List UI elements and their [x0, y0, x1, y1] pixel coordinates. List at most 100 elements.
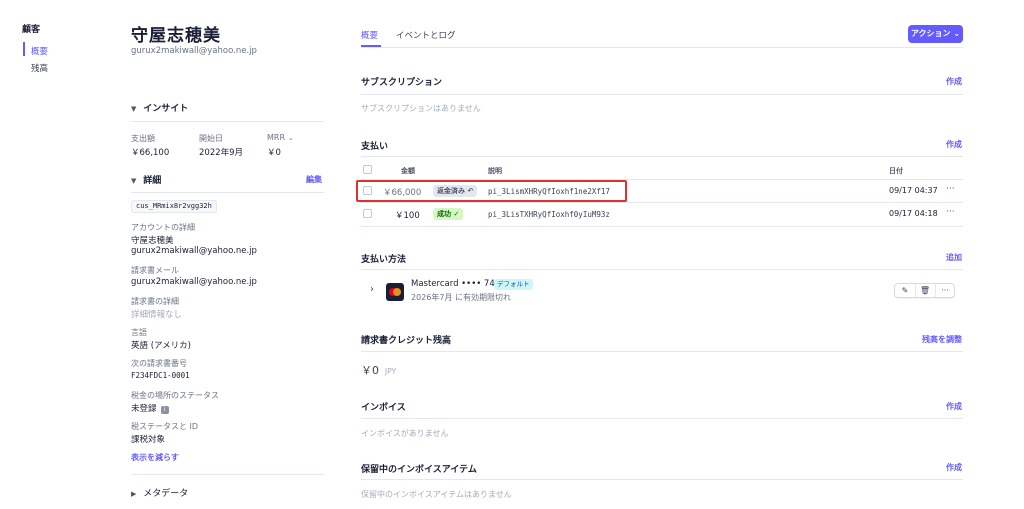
- metric-value-start: 2022年9月: [199, 148, 244, 158]
- credit-balance-currency: JPY: [384, 367, 397, 376]
- details-heading: 詳細: [143, 176, 162, 186]
- tab-events-logs[interactable]: イベントとログ: [396, 29, 456, 41]
- chevron-down-icon: ⌄: [287, 134, 294, 142]
- metric-label-start: 開始日: [199, 134, 223, 143]
- status-label: 成功: [437, 210, 451, 218]
- metadata-heading: メタデータ: [143, 489, 189, 499]
- metric-value-mrr: ￥0: [267, 148, 281, 158]
- payment-date: 09/17 04:18: [889, 209, 938, 218]
- customer-name: 守屋志穂美: [131, 26, 221, 46]
- account-name: 守屋志穂美: [131, 236, 174, 246]
- payment-description[interactable]: pi_3LisTXHRyQfIoxhf0yIuM93z: [488, 210, 610, 219]
- mrr-dropdown[interactable]: MRR ⌄: [267, 133, 294, 143]
- credit-balance-amount: ￥0: [361, 364, 379, 377]
- customer-email: gurux2makiwall@yahoo.ne.jp: [131, 46, 257, 56]
- invoices-empty: インボイスがありません: [361, 429, 449, 438]
- customer-id-chip[interactable]: cus_MRmix8r2vgg32h: [131, 200, 217, 213]
- card-brand: Mastercard: [411, 279, 459, 289]
- divider: [131, 121, 324, 122]
- metric-label-mrr: MRR: [267, 133, 286, 142]
- more-options-icon[interactable]: ···: [935, 284, 955, 297]
- nav-item-overview[interactable]: 概要: [31, 45, 48, 57]
- divider: [361, 202, 963, 203]
- payment-method-actions: ✎ 🗑 ···: [894, 283, 955, 298]
- check-icon: ✓: [453, 210, 460, 218]
- edit-details-link[interactable]: 編集: [306, 174, 322, 185]
- status-badge-succeeded: 成功 ✓: [433, 208, 464, 220]
- action-button-label: アクション: [910, 29, 951, 38]
- credit-balance-heading: 請求書クレジット残高: [361, 336, 452, 346]
- adjust-balance-link[interactable]: 残高を調整: [922, 334, 962, 345]
- insights-heading: インサイト: [143, 104, 189, 114]
- metric-value-spend: ￥66,100: [131, 148, 170, 158]
- metadata-toggle[interactable]: ▶ メタデータ: [131, 486, 188, 499]
- caret-down-icon: ▼: [131, 177, 137, 185]
- subscriptions-empty: サブスクリプションはありません: [361, 104, 481, 113]
- divider: [361, 94, 963, 95]
- trash-icon[interactable]: 🗑: [915, 284, 935, 297]
- card-expiry: 2026年7月 に有効期限切れ: [411, 293, 511, 302]
- chevron-right-icon[interactable]: ›: [370, 284, 374, 295]
- chevron-down-icon: ⌄: [953, 29, 961, 38]
- col-header-amount: 金額: [401, 167, 415, 175]
- payment-date: 09/17 04:37: [889, 186, 938, 195]
- show-less-link[interactable]: 表示を減らす: [131, 452, 179, 463]
- action-button[interactable]: アクション ⌄: [908, 25, 963, 43]
- payments-heading: 支払い: [361, 142, 389, 152]
- account-email: gurux2makiwall@yahoo.ne.jp: [131, 246, 257, 256]
- divider: [361, 418, 963, 419]
- divider: [361, 479, 963, 480]
- credit-balance-value: ￥0 JPY: [361, 362, 396, 378]
- pending-items-empty: 保留中のインボイスアイテムはありません: [361, 490, 512, 499]
- tabs-divider: [361, 47, 963, 48]
- col-header-date: 日付: [889, 167, 903, 175]
- select-all-checkbox[interactable]: [363, 165, 372, 174]
- invoice-details-value: 詳細情報なし: [131, 310, 183, 320]
- pending-items-heading: 保留中のインボイスアイテム: [361, 465, 477, 475]
- caret-right-icon: ▶: [131, 490, 137, 498]
- subscriptions-heading: サブスクリプション: [361, 78, 443, 88]
- invoice-details-label: 請求書の詳細: [131, 297, 179, 306]
- invoice-email: gurux2makiwall@yahoo.ne.jp: [131, 277, 257, 287]
- account-details-label: アカウントの詳細: [131, 223, 195, 232]
- tax-location-value: 未登録: [131, 404, 157, 414]
- details-toggle[interactable]: ▼ 詳細: [131, 173, 161, 186]
- insights-toggle[interactable]: ▼ インサイト: [131, 101, 188, 114]
- card-summary: Mastercard •••• 7481: [411, 279, 506, 289]
- tax-location-label: 税金の場所のステータス: [131, 391, 219, 400]
- payment-amount: ￥100: [395, 211, 420, 221]
- highlight-box: [356, 180, 627, 202]
- info-icon[interactable]: i: [160, 406, 169, 414]
- next-invoice-value: F234FDC1-0001: [131, 371, 190, 380]
- more-options-icon[interactable]: ···: [946, 207, 955, 217]
- invoice-email-label: 請求書メール: [131, 266, 179, 275]
- col-header-description: 説明: [488, 167, 502, 175]
- add-payment-method-link[interactable]: 追加: [946, 252, 962, 263]
- metric-label-spend: 支出額: [131, 134, 155, 143]
- nav-active-indicator: [23, 42, 25, 56]
- tax-status-value: 課税対象: [131, 435, 166, 445]
- language-value: 英語 (アメリカ): [131, 341, 191, 351]
- mastercard-logo-icon: [386, 283, 404, 301]
- more-options-icon[interactable]: ···: [946, 184, 955, 194]
- mastercard-circle-orange: [393, 288, 401, 296]
- divider: [131, 474, 324, 475]
- create-pending-item-link[interactable]: 作成: [946, 462, 962, 473]
- tax-location-row: 未登録 i: [131, 402, 169, 414]
- create-subscription-link[interactable]: 作成: [946, 76, 962, 87]
- nav-item-balance[interactable]: 残高: [31, 62, 48, 74]
- caret-down-icon: ▼: [131, 105, 137, 113]
- divider: [361, 156, 963, 157]
- next-invoice-label: 次の請求書番号: [131, 359, 187, 368]
- row-checkbox[interactable]: [363, 209, 372, 218]
- create-invoice-link[interactable]: 作成: [946, 401, 962, 412]
- divider: [361, 351, 963, 352]
- divider: [131, 192, 324, 193]
- payment-methods-heading: 支払い方法: [361, 255, 407, 265]
- tab-overview[interactable]: 概要: [361, 29, 378, 41]
- nav-title: 顧客: [22, 25, 41, 35]
- create-payment-link[interactable]: 作成: [946, 139, 962, 150]
- divider: [361, 226, 963, 227]
- language-label: 言語: [131, 328, 147, 337]
- edit-pencil-icon[interactable]: ✎: [895, 284, 915, 297]
